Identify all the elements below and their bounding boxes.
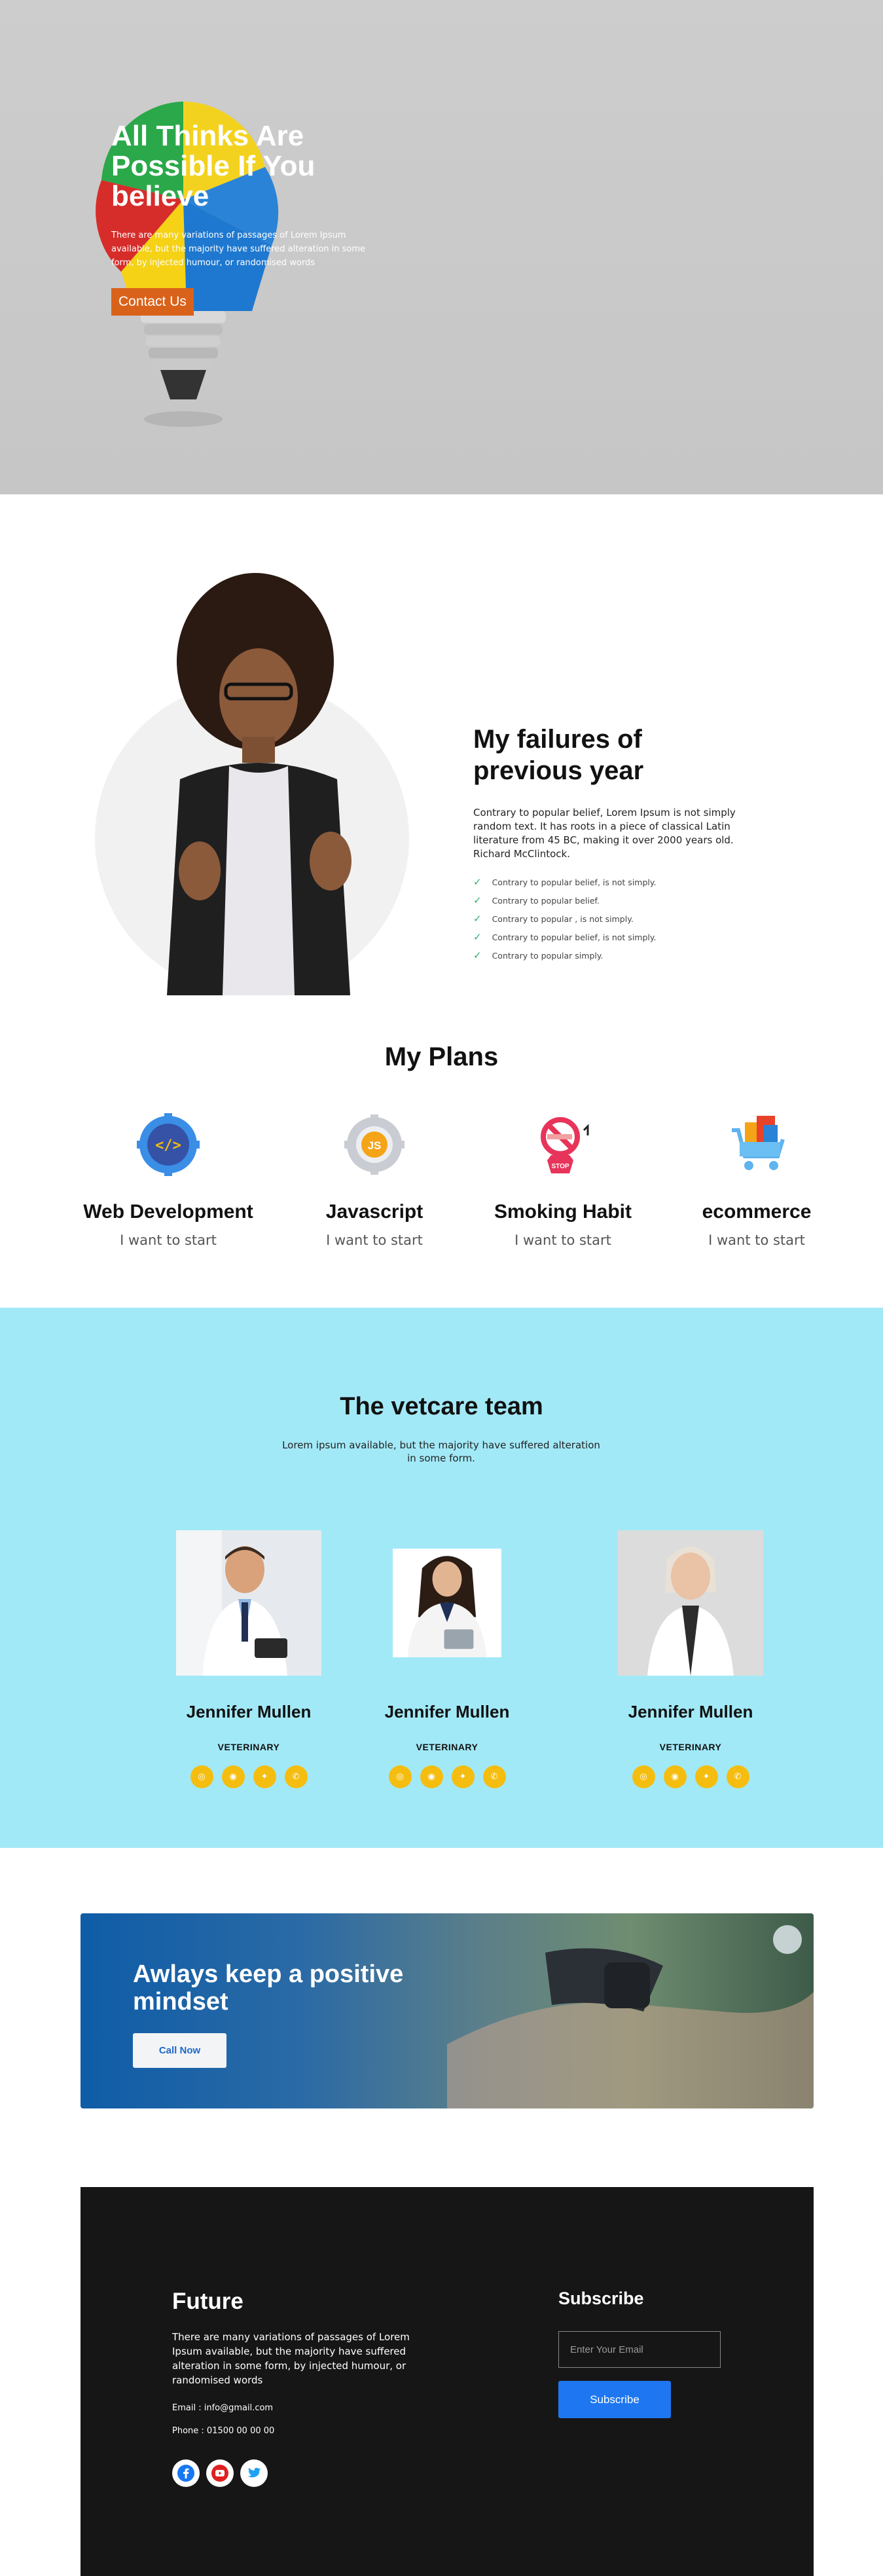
list-item-text: Contrary to popular simply.: [492, 950, 604, 961]
dribbble-icon[interactable]: ◉: [663, 1765, 687, 1788]
instagram-icon[interactable]: ◎: [190, 1765, 213, 1788]
js-gear-icon: JS: [344, 1114, 405, 1175]
hero-title: All Thinks Are Possible If You believe: [111, 120, 315, 212]
cta-title: Awlays keep a positive mindset: [133, 1960, 404, 2015]
check-icon: ✓: [473, 876, 482, 888]
failures-list: ✓ Contrary to popular belief, is not simp…: [473, 873, 742, 965]
member-role: VETERINARY: [217, 1742, 280, 1752]
plan-card-javascript: JS Javascript I want to start: [276, 1113, 473, 1248]
member-role: VETERINARY: [416, 1742, 478, 1752]
whatsapp-icon[interactable]: ✆: [726, 1765, 749, 1788]
footer-social-links: [172, 2459, 268, 2487]
team-title: The vetcare team: [340, 1393, 543, 1420]
call-now-button[interactable]: Call Now: [133, 2033, 226, 2068]
plan-title: Smoking Habit: [494, 1201, 632, 1223]
list-item: ✓ Contrary to popular belief, is not simp…: [473, 928, 742, 946]
smartwatch-hands-image: [447, 1925, 814, 2108]
subscribe-title: Subscribe: [558, 2289, 644, 2308]
plan-subtitle: I want to start: [326, 1232, 423, 1248]
team-section: The vetcare team Lorem ipsum available, …: [0, 1308, 883, 1848]
failures-text: Contrary to popular belief, Lorem Ipsum …: [473, 807, 736, 860]
footer-text: There are many variations of passages of…: [172, 2331, 410, 2386]
plan-card-ecommerce: ecommerce I want to start: [658, 1113, 855, 1248]
footer-brand: Future: [172, 2289, 243, 2314]
twitter-icon[interactable]: [240, 2459, 268, 2487]
js-badge: JS: [368, 1139, 382, 1152]
check-icon: ✓: [473, 894, 482, 906]
failures-content: My failures of previous year Contrary to…: [473, 724, 742, 965]
subscribe-button[interactable]: Subscribe: [558, 2381, 671, 2418]
plan-title: Web Development: [83, 1201, 253, 1223]
list-item-text: Contrary to popular belief, is not simpl…: [492, 932, 657, 942]
instagram-icon[interactable]: ◎: [632, 1765, 655, 1788]
twitter-icon[interactable]: ✦: [253, 1765, 276, 1788]
svg-text:</>: </>: [155, 1137, 181, 1154]
list-item: ✓ Contrary to popular belief.: [473, 891, 742, 910]
check-icon: ✓: [473, 931, 482, 943]
twitter-icon[interactable]: ✦: [694, 1765, 718, 1788]
plan-title: Javascript: [325, 1201, 423, 1223]
hero-content: All Thinks Are Possible If You believe T…: [111, 121, 386, 316]
team-member-card: Jennifer Mullen VETERINARY ◎ ◉ ✦ ✆: [605, 1530, 776, 1788]
plans-title: My Plans: [384, 1042, 499, 1071]
failures-title: My failures of previous year: [473, 725, 644, 785]
cta-banner: Awlays keep a positive mindset Call Now: [81, 1913, 814, 2108]
contact-us-button[interactable]: Contact Us: [111, 288, 194, 316]
list-item: ✓ Contrary to popular simply.: [473, 946, 742, 965]
list-item-text: Contrary to popular belief, is not simpl…: [492, 877, 657, 887]
dribbble-icon[interactable]: ◉: [420, 1765, 443, 1788]
team-subtitle: Lorem ipsum available, but the majority …: [282, 1439, 600, 1464]
check-icon: ✓: [473, 949, 482, 961]
hero-section: All Thinks Are Possible If You believe T…: [0, 0, 883, 494]
team-member-card: Jennifer Mullen VETERINARY ◎ ◉ ✦ ✆: [164, 1530, 334, 1788]
list-item-text: Contrary to popular belief.: [492, 895, 600, 906]
instagram-icon[interactable]: ◎: [388, 1765, 412, 1788]
email-field[interactable]: [558, 2331, 721, 2368]
plan-title: ecommerce: [702, 1201, 812, 1223]
footer-email: Email : info@gmail.com: [172, 2403, 274, 2413]
list-item-text: Contrary to popular , is not simply.: [492, 913, 634, 924]
whatsapp-icon[interactable]: ✆: [482, 1765, 506, 1788]
shopping-cart-icon: [732, 1116, 785, 1170]
plan-card-web-development: </> Web Development I want to start: [70, 1113, 266, 1248]
member-name: Jennifer Mullen: [384, 1702, 510, 1721]
plan-subtitle: I want to start: [708, 1232, 805, 1248]
member-role: VETERINARY: [659, 1742, 722, 1752]
confused-woman-image: [167, 573, 351, 995]
plan-card-smoking-habit: STOP Smoking Habit I want to start: [465, 1113, 661, 1248]
facebook-icon[interactable]: [172, 2459, 200, 2487]
plan-subtitle: I want to start: [120, 1232, 217, 1248]
hero-text: There are many variations of passages of…: [111, 230, 366, 268]
doctor-photo: [176, 1530, 321, 1676]
list-item: ✓ Contrary to popular , is not simply.: [473, 910, 742, 928]
check-icon: ✓: [473, 913, 482, 925]
social-links: ◎ ◉ ✦ ✆: [605, 1765, 776, 1788]
team-member-card: Jennifer Mullen VETERINARY ◎ ◉ ✦ ✆: [362, 1530, 532, 1788]
code-gear-icon: </>: [137, 1113, 200, 1176]
list-item: ✓ Contrary to popular belief, is not simp…: [473, 873, 742, 891]
whatsapp-icon[interactable]: ✆: [284, 1765, 308, 1788]
stop-smoking-icon: STOP: [541, 1117, 589, 1173]
dribbble-icon[interactable]: ◉: [221, 1765, 245, 1788]
stop-badge: STOP: [551, 1163, 569, 1170]
twitter-icon[interactable]: ✦: [451, 1765, 475, 1788]
social-links: ◎ ◉ ✦ ✆: [362, 1765, 532, 1788]
member-name: Jennifer Mullen: [186, 1702, 312, 1721]
footer: Future There are many variations of pass…: [81, 2187, 814, 2576]
footer-phone: Phone : 01500 00 00 00: [172, 2426, 275, 2436]
doctor-photo: [393, 1549, 501, 1657]
youtube-icon[interactable]: [206, 2459, 234, 2487]
member-name: Jennifer Mullen: [628, 1702, 753, 1721]
social-links: ◎ ◉ ✦ ✆: [164, 1765, 334, 1788]
doctor-photo: [618, 1530, 763, 1676]
plan-subtitle: I want to start: [514, 1232, 611, 1248]
